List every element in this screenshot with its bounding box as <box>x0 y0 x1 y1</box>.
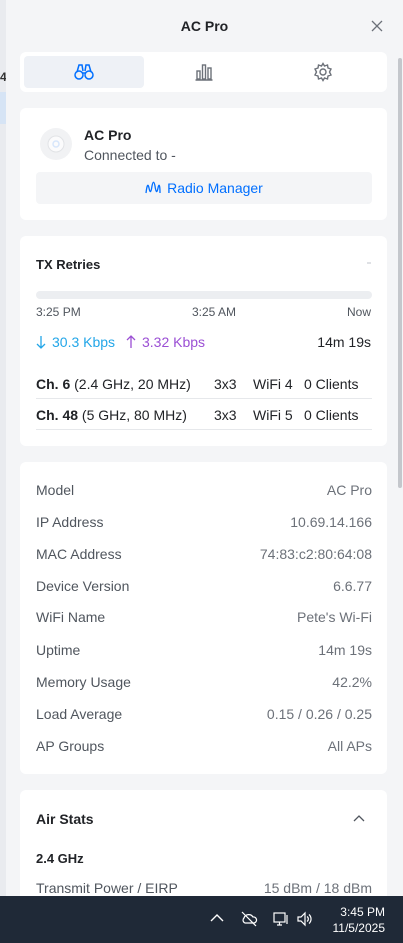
arrow-up-icon <box>126 335 136 348</box>
info-value: 14m 19s <box>318 642 372 658</box>
channel-detail: (2.4 GHz, 20 MHz) <box>70 376 191 392</box>
device-card: AC Pro Connected to - Radio Manager <box>20 108 387 220</box>
taskbar: 3:45 PM 11/5/2025 <box>0 896 403 943</box>
info-row-model: Model AC Pro <box>36 474 372 506</box>
info-key: Model <box>36 482 75 498</box>
bar-chart-icon <box>195 64 212 81</box>
channel-detail: (5 GHz, 80 MHz) <box>78 407 187 423</box>
access-point-icon <box>40 128 72 160</box>
channel-info: Ch. 48 (5 GHz, 80 MHz) <box>36 407 187 423</box>
channel-row: Ch. 6 (2.4 GHz, 20 MHz) 3x3 WiFi 4 0 Cli… <box>36 368 372 399</box>
info-key: WiFi Name <box>36 609 106 625</box>
radio-wave-icon <box>145 181 161 194</box>
device-info-card: Model AC Pro IP Address 10.69.14.166 MAC… <box>20 462 387 774</box>
info-key: AP Groups <box>36 738 105 754</box>
tab-overview[interactable] <box>24 56 144 88</box>
device-detail-panel: AC Pro AC Pro Connected to - Radio Manag… <box>6 0 403 896</box>
channel-clients: 0 Clients <box>304 407 359 423</box>
tx-retries-title: TX Retries <box>36 257 101 272</box>
download-rate-value: 30.3 Kbps <box>52 334 116 350</box>
info-row-ip: IP Address 10.69.14.166 <box>36 506 372 538</box>
info-key: Load Average <box>36 706 123 722</box>
gear-icon <box>314 62 333 82</box>
info-row-mac: MAC Address 74:83:c2:80:64:08 <box>36 538 372 570</box>
time-label-end: Now <box>346 305 371 319</box>
info-value: All APs <box>327 738 372 754</box>
air-stats-card: Air Stats 2.4 GHz Transmit Power / EIRP … <box>20 790 387 896</box>
channel-wifi: WiFi 5 <box>253 407 293 423</box>
channel-clients: 0 Clients <box>304 376 359 392</box>
info-key: MAC Address <box>36 546 122 562</box>
channel-number: Ch. 6 <box>36 376 71 392</box>
download-rate: 30.3 Kbps <box>36 334 115 350</box>
info-key: Memory Usage <box>36 674 131 690</box>
info-row-wifi-name: WiFi Name Pete's Wi-Fi <box>36 601 372 633</box>
channel-number: Ch. 48 <box>36 407 79 423</box>
channel-row: Ch. 48 (5 GHz, 80 MHz) 3x3 WiFi 5 0 Clie… <box>36 399 372 430</box>
binoculars-icon <box>74 64 94 80</box>
radio-manager-label: Radio Manager <box>167 180 263 196</box>
volume-icon[interactable] <box>296 910 314 928</box>
info-key: Uptime <box>36 642 81 658</box>
chevron-up-icon[interactable] <box>210 913 224 923</box>
scrollbar-thumb[interactable] <box>398 58 402 488</box>
info-row-memory: Memory Usage 42.2% <box>36 666 372 698</box>
info-key: Device Version <box>36 578 130 594</box>
info-value: AC Pro <box>326 482 372 498</box>
info-row-version: Device Version 6.6.77 <box>36 570 372 602</box>
air-stats-title: Air Stats <box>36 811 94 827</box>
upload-rate-value: 3.32 Kbps <box>142 334 206 350</box>
channel-info: Ch. 6 (2.4 GHz, 20 MHz) <box>36 376 191 392</box>
info-key: IP Address <box>36 514 104 530</box>
info-value: 10.69.14.166 <box>290 514 372 530</box>
cloud-off-icon[interactable] <box>240 910 258 928</box>
panel-title: AC Pro <box>180 18 229 34</box>
system-clock[interactable]: 3:45 PM 11/5/2025 <box>333 904 386 936</box>
tx-retries-card: TX Retries 3:25 PM 3:25 AM Now 30.3 Kbps… <box>20 236 387 446</box>
radio-manager-button[interactable]: Radio Manager <box>36 172 372 204</box>
info-row-ap-groups: AP Groups All APs <box>36 730 372 762</box>
air-stats-key: Transmit Power / EIRP <box>36 880 178 896</box>
info-value: 0.15 / 0.26 / 0.25 <box>266 706 372 722</box>
info-value: 74:83:c2:80:64:08 <box>259 546 372 562</box>
info-value: Pete's Wi-Fi <box>296 609 372 625</box>
upload-rate: 3.32 Kbps <box>126 334 205 350</box>
close-icon[interactable] <box>371 20 383 32</box>
air-stats-band: 2.4 GHz <box>36 851 84 866</box>
info-row-load: Load Average 0.15 / 0.26 / 0.25 <box>36 698 372 730</box>
info-value: 6.6.77 <box>333 578 372 594</box>
panel-header: AC Pro <box>6 0 403 52</box>
tab-statistics[interactable] <box>144 56 264 88</box>
air-stats-value: 15 dBm / 18 dBm <box>263 880 372 896</box>
connection-duration: 14m 19s <box>317 334 371 350</box>
channel-mimo: 3x3 <box>214 376 237 392</box>
panel-tabs <box>20 52 387 92</box>
tx-retries-indicator <box>367 262 371 264</box>
network-icon[interactable] <box>272 910 290 928</box>
device-name: AC Pro <box>84 127 132 143</box>
device-status: Connected to - <box>84 147 176 163</box>
arrow-down-icon <box>36 336 46 349</box>
chevron-up-icon[interactable] <box>353 814 365 822</box>
time-label-start: 3:25 PM <box>36 305 81 319</box>
info-row-uptime: Uptime 14m 19s <box>36 634 372 666</box>
channel-wifi: WiFi 4 <box>253 376 293 392</box>
clock-date: 11/5/2025 <box>332 921 386 935</box>
channel-mimo: 3x3 <box>214 407 237 423</box>
time-label-mid: 3:25 AM <box>192 305 237 319</box>
tab-settings[interactable] <box>263 56 383 88</box>
info-value: 42.2% <box>332 674 372 690</box>
air-stats-row: Transmit Power / EIRP 15 dBm / 18 dBm <box>36 880 372 896</box>
tx-retries-bar <box>36 291 372 299</box>
clock-time: 3:45 PM <box>340 905 385 919</box>
